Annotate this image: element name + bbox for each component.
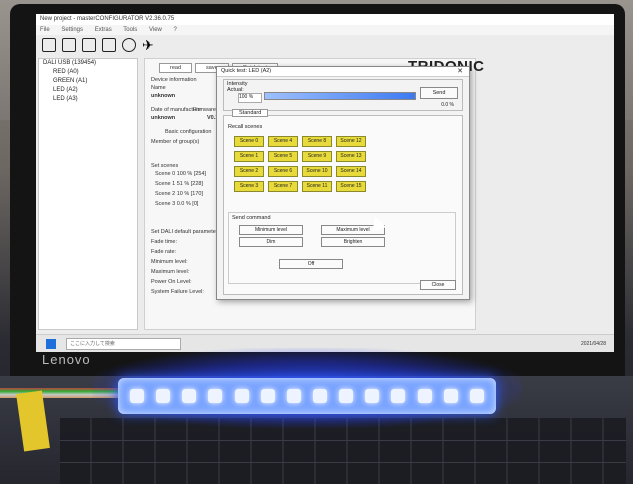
led (260, 389, 275, 403)
recall-scenes-label: Recall scenes (228, 124, 263, 130)
keyboard-row (60, 440, 626, 441)
led (391, 389, 406, 403)
tree-root[interactable]: DALI USB (139454) (39, 59, 137, 68)
scene-button[interactable]: Scene 9 (302, 151, 332, 162)
photo: New project - masterCONFIGURATOR V2.36.0… (0, 0, 633, 484)
led (208, 389, 223, 403)
read-button[interactable]: read (159, 63, 193, 73)
defaults-title: Set DALI default parameters (151, 229, 221, 235)
print-icon[interactable] (102, 38, 116, 52)
tree-item-led-a2[interactable]: LED (A2) (39, 86, 137, 95)
tree-item-red[interactable]: RED (A0) (39, 68, 137, 77)
menu-extras[interactable]: Extras (95, 27, 112, 33)
laptop-bezel: New project - masterCONFIGURATOR V2.36.0… (10, 4, 625, 376)
scene-button[interactable]: Scene 5 (268, 151, 298, 162)
scene-button[interactable]: Scene 6 (268, 166, 298, 177)
default-param: Maximum level: (151, 269, 190, 275)
member-groups-label: Member of group(s) (151, 139, 200, 145)
lenovo-logo: Lenovo (42, 352, 91, 367)
standard-panel: Standard Recall scenes Scene 0 Scene 4 S… (223, 109, 463, 295)
minimum-level-button[interactable]: Minimum level (239, 225, 303, 235)
window-title: New project - masterCONFIGURATOR V2.36.0… (36, 14, 614, 25)
intensity-slider[interactable] (264, 92, 416, 100)
menu-settings[interactable]: Settings (61, 27, 83, 33)
bulb-icon[interactable] (122, 38, 136, 52)
dialog-title: Quick test: LED (A2) (217, 67, 469, 77)
save-icon[interactable] (82, 38, 96, 52)
led (365, 389, 380, 403)
tree-item-led-a3[interactable]: LED (A3) (39, 95, 137, 104)
led (443, 389, 458, 403)
menu-view[interactable]: View (149, 27, 162, 33)
led (417, 389, 432, 403)
tab-standard[interactable]: Standard (232, 109, 269, 117)
scene-button[interactable]: Scene 7 (268, 181, 298, 192)
percent-readout: 0.0 % (441, 102, 454, 108)
scene-button[interactable]: Scene 14 (336, 166, 366, 177)
close-icon[interactable]: ✕ (457, 67, 463, 75)
name-value: unknown (151, 93, 176, 99)
scene-row[interactable]: Scene 2 10 % [170] (155, 191, 203, 197)
led (130, 389, 145, 403)
led (286, 389, 301, 403)
tree-item-green[interactable]: GREEN (A1) (39, 77, 137, 86)
scene-button[interactable]: Scene 15 (336, 181, 366, 192)
scene-row[interactable]: Scene 1 51 % [228] (155, 181, 203, 187)
quick-test-dialog: Quick test: LED (A2) ✕ Intensity Actual:… (216, 66, 470, 300)
windows-start-icon[interactable] (46, 339, 56, 349)
scene-button[interactable]: Scene 1 (234, 151, 264, 162)
set-scenes-label: Set scenes (151, 163, 179, 169)
toolbar: ✈ (36, 35, 614, 55)
scene-button[interactable]: Scene 10 (302, 166, 332, 177)
scene-button[interactable]: Scene 12 (336, 136, 366, 147)
scene-row[interactable]: Scene 0 100 % [254] (155, 171, 206, 177)
default-param: Fade rate: (151, 249, 177, 255)
device-tree: DALI USB (139454) RED (A0) GREEN (A1) LE… (38, 58, 138, 330)
send-button[interactable]: Send (420, 87, 458, 99)
menu-file[interactable]: File (40, 27, 50, 33)
menu-help[interactable]: ? (174, 27, 177, 33)
led (313, 389, 328, 403)
device-info-title: Device information (151, 77, 197, 83)
led (469, 389, 484, 403)
taskbar-clock: 2021/04/28 (580, 341, 606, 347)
led (182, 389, 197, 403)
open-folder-icon[interactable] (62, 38, 76, 52)
led (156, 389, 171, 403)
menu-bar: File Settings Extras Tools View ? (36, 25, 614, 35)
intensity-group: Intensity Actual: 100 % Send 0.0 % (223, 79, 463, 111)
led (339, 389, 354, 403)
name-label: Name (151, 85, 166, 91)
laptop-screen: New project - masterCONFIGURATOR V2.36.0… (36, 14, 614, 352)
led (234, 389, 249, 403)
default-param: Minimum level: (151, 259, 188, 265)
default-param: System Failure Level: (151, 289, 204, 295)
scene-row[interactable]: Scene 3 0.0 % [0] (155, 201, 198, 207)
scene-button[interactable]: Scene 4 (268, 136, 298, 147)
manufacture-value: unknown (151, 115, 176, 121)
default-param: Fade time: (151, 239, 177, 245)
scene-button[interactable]: Scene 13 (336, 151, 366, 162)
close-button[interactable]: Close (420, 280, 456, 290)
actual-value: 100 % (238, 93, 262, 103)
new-file-icon[interactable] (42, 38, 56, 52)
basic-config-tab[interactable]: Basic configuration (165, 129, 211, 135)
send-command-label: Send command (232, 215, 271, 221)
scene-button[interactable]: Scene 11 (302, 181, 332, 192)
brighten-button[interactable]: Brighten (321, 237, 385, 247)
scene-button[interactable]: Scene 3 (234, 181, 264, 192)
run-icon[interactable]: ✈ (142, 38, 156, 52)
default-param: Power On Level: (151, 279, 192, 285)
scene-button[interactable]: Scene 0 (234, 136, 264, 147)
scene-button[interactable]: Scene 8 (302, 136, 332, 147)
off-button[interactable]: Off (279, 259, 343, 269)
scene-grid: Scene 0 Scene 4 Scene 8 Scene 12 Scene 1… (234, 136, 366, 192)
dim-button[interactable]: Dim (239, 237, 303, 247)
scene-button[interactable]: Scene 2 (234, 166, 264, 177)
menu-tools[interactable]: Tools (123, 27, 137, 33)
send-command-group: Send command Minimum level Maximum level… (228, 212, 456, 284)
led-strip (118, 378, 496, 414)
keyboard-row (60, 462, 626, 463)
